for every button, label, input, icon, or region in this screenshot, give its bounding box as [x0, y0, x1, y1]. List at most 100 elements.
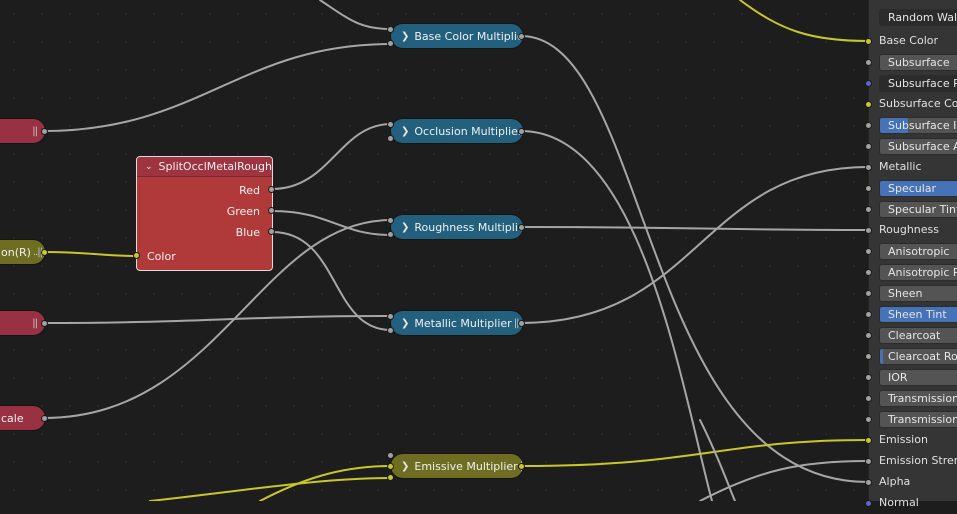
input-field-clearcoat-roughness[interactable]: Clearcoat Roughness [879, 348, 957, 365]
input-row-specular: Specular [865, 178, 957, 199]
left-node-bottom-output-socket[interactable] [41, 415, 48, 422]
input-row-sheen-tint: Sheen Tint [865, 304, 957, 325]
metallic-multiplier-node[interactable]: ❯ Metallic Multiplier || [390, 310, 524, 336]
emissive-multiplier-node[interactable]: ❯ Emissive Multiplier || [390, 453, 524, 479]
base-color-multiplier-node[interactable]: ❯ Base Color Multiplie... || [390, 23, 524, 49]
left-node-bottom[interactable]: cale [0, 405, 46, 431]
input-socket-subsurface-color[interactable] [865, 101, 872, 108]
roughness-output-socket[interactable] [518, 224, 525, 231]
base-color-input-socket-a[interactable] [387, 26, 394, 33]
input-row-transmission-roughness: Transmission Roughness [865, 409, 957, 430]
principled-bsdf-node[interactable]: Random Walk Base Color Subsurface Subsurfa… [865, 0, 957, 509]
input-field-specular-tint[interactable]: Specular Tint [879, 201, 957, 218]
emissive-input-socket-b[interactable] [387, 474, 394, 481]
link-crimson-metallic [43, 315, 392, 324]
left-node-middle[interactable]: || [0, 310, 46, 336]
output-red-socket[interactable] [268, 186, 275, 193]
input-socket-roughness[interactable] [865, 227, 872, 234]
left-node-middle-output-socket[interactable] [41, 320, 48, 327]
input-socket-specular-tint[interactable] [865, 206, 872, 213]
input-socket-anisotropic-rotation[interactable] [865, 269, 872, 276]
input-row-subsurface-radius: Subsurface Radius [865, 73, 957, 94]
input-socket-sheen[interactable] [865, 290, 872, 297]
input-socket-emission-strength[interactable] [865, 458, 872, 465]
input-field-anisotropic-rotation[interactable]: Anisotropic Rotation [879, 264, 957, 281]
output-green-socket[interactable] [268, 207, 275, 214]
input-socket-sheen-tint[interactable] [865, 311, 872, 318]
left-node-top[interactable]: || [0, 118, 46, 144]
link-base-color-b [43, 43, 392, 132]
emissive-output-socket[interactable] [518, 463, 525, 470]
input-socket-transmission-roughness[interactable] [865, 416, 872, 423]
node-grip[interactable]: || [30, 318, 38, 329]
roughness-input-socket-a[interactable] [387, 217, 394, 224]
input-row-emission-strength: Emission Strength [865, 451, 957, 472]
emissive-input-socket-top[interactable] [387, 452, 394, 459]
input-socket-clearcoat[interactable] [865, 332, 872, 339]
link-emission [520, 439, 869, 467]
occlusion-input-socket-a[interactable] [387, 121, 394, 128]
metallic-multiplier-label: Metallic Multiplier [414, 316, 512, 330]
input-field-subsurface-ior[interactable]: Subsurface IOR [879, 117, 957, 134]
input-label-subsurface-color: Subsurface Color [879, 97, 957, 110]
input-socket-anisotropic[interactable] [865, 248, 872, 255]
input-field-transmission[interactable]: Transmission [879, 390, 957, 407]
input-socket-specular[interactable] [865, 185, 872, 192]
input-label-normal: Normal [879, 496, 919, 509]
occlusion-multiplier-node[interactable]: ❯ Occlusion Multiplier || [390, 118, 524, 144]
input-row-clearcoat-roughness: Clearcoat Roughness [865, 346, 957, 367]
input-color-socket[interactable] [133, 252, 140, 259]
input-socket-subsurface-anisotropy[interactable] [865, 143, 872, 150]
occlusion-output-socket[interactable] [518, 128, 525, 135]
input-socket-normal[interactable] [865, 500, 872, 507]
input-field-subsurface-radius[interactable]: Subsurface Radius [879, 75, 957, 92]
node-grip[interactable]: || [30, 126, 38, 137]
roughness-input-socket-b[interactable] [387, 231, 394, 238]
subsurface-method-dropdown[interactable]: Random Walk [879, 9, 957, 26]
base-color-multiplier-label: Base Color Multiplie... [414, 29, 524, 43]
collapse-chevron-icon[interactable]: ⌄ [145, 162, 153, 172]
input-socket-transmission[interactable] [865, 395, 872, 402]
input-field-specular[interactable]: Specular [879, 180, 957, 197]
input-row-subsurface-color: Subsurface Color [865, 94, 957, 115]
input-socket-emission[interactable] [865, 437, 872, 444]
metallic-output-socket[interactable] [518, 320, 525, 327]
input-socket-base-color[interactable] [865, 38, 872, 45]
input-field-subsurface[interactable]: Subsurface [879, 54, 957, 71]
roughness-multiplier-node[interactable]: ❯ Roughness Multiplier || [390, 214, 524, 240]
input-field-subsurface-anisotropy[interactable]: Subsurface Anisotropy [879, 138, 957, 155]
link-occlusion-down [520, 130, 713, 501]
left-node-olive-output-socket[interactable] [41, 249, 48, 256]
output-blue-socket[interactable] [268, 228, 275, 235]
input-field-clearcoat[interactable]: Clearcoat [879, 327, 957, 344]
input-socket-clearcoat-roughness[interactable] [865, 353, 872, 360]
split-node-header[interactable]: ⌄ SplitOcclMetalRough [137, 157, 272, 177]
input-socket-subsurface[interactable] [865, 59, 872, 66]
input-row-normal: Normal [865, 493, 957, 514]
occlusion-input-socket-b[interactable] [387, 135, 394, 142]
input-socket-subsurface-radius[interactable] [865, 80, 872, 87]
input-label-metallic: Metallic [879, 160, 922, 173]
metallic-input-socket-b[interactable] [387, 327, 394, 334]
input-field-anisotropic[interactable]: Anisotropic [879, 243, 957, 260]
left-node-olive[interactable]: on(R) ..|| [0, 239, 46, 265]
input-field-ior[interactable]: IOR [879, 369, 957, 386]
link-base-color-a [319, 0, 392, 30]
metallic-input-socket-a[interactable] [387, 313, 394, 320]
input-socket-ior[interactable] [865, 374, 872, 381]
input-label-emission: Emission [879, 433, 928, 446]
base-color-input-socket-b[interactable] [387, 40, 394, 47]
input-field-transmission-roughness[interactable]: Transmission Roughness [879, 411, 957, 428]
input-socket-subsurface-ior[interactable] [865, 122, 872, 129]
input-color-label: Color [147, 250, 176, 263]
left-node-top-output-socket[interactable] [41, 128, 48, 135]
input-socket-metallic[interactable] [865, 164, 872, 171]
base-color-output-socket[interactable] [518, 33, 525, 40]
input-label-base-color: Base Color [879, 34, 939, 47]
input-field-sheen-tint[interactable]: Sheen Tint [879, 306, 957, 323]
input-row-base-color: Base Color [865, 31, 957, 52]
split-occl-metal-rough-node[interactable]: ⌄ SplitOcclMetalRough Red Green Blue Col… [136, 156, 273, 271]
emissive-input-socket-a[interactable] [387, 463, 394, 470]
input-socket-alpha[interactable] [865, 479, 872, 486]
input-field-sheen[interactable]: Sheen [879, 285, 957, 302]
